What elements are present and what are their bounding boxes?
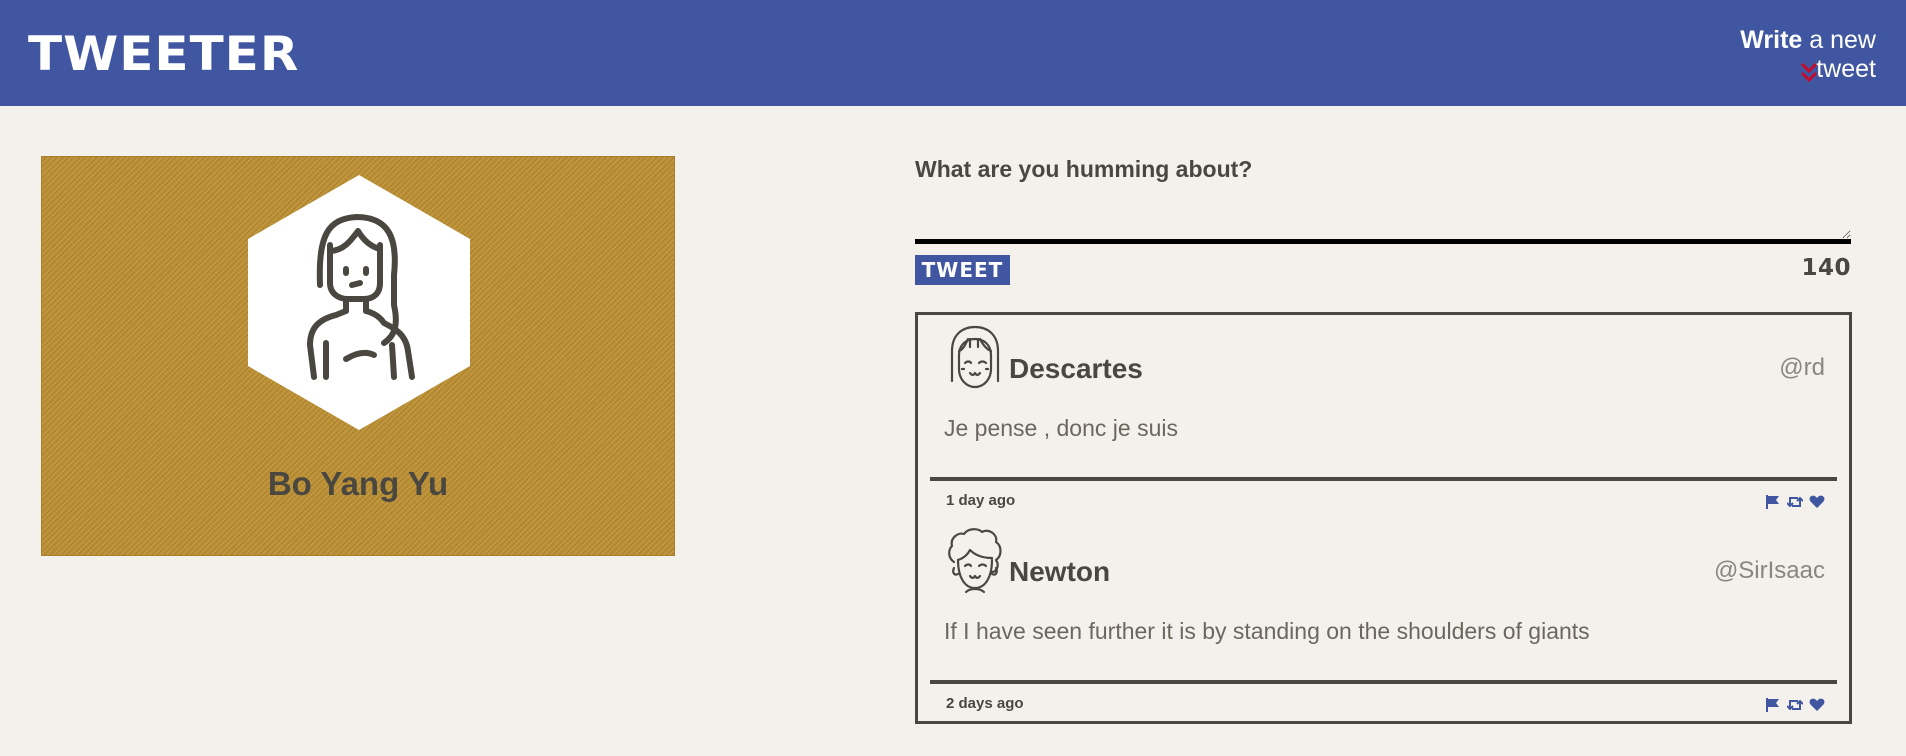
compose-section: What are you humming about? TWEET 140 — [915, 150, 1851, 285]
retweet-icon[interactable] — [1787, 494, 1803, 510]
tweet-actions — [1765, 493, 1825, 511]
heart-icon[interactable] — [1809, 697, 1825, 713]
tweet-content: Je pense , donc je suis — [944, 415, 1178, 441]
tweet-timestamp: 2 days ago — [946, 695, 1024, 712]
double-chevron-down-icon[interactable] — [1799, 61, 1819, 85]
tweet-button[interactable]: TWEET — [915, 255, 1010, 285]
heart-icon[interactable] — [1809, 494, 1825, 510]
tweet-card: Descartes @rd Je pense , donc je suis 1 … — [918, 315, 1849, 518]
compose-toggle-strong: Write — [1740, 26, 1803, 54]
profile-name: Bo Yang Yu — [267, 465, 449, 502]
avatar-icon — [946, 325, 1004, 391]
profile-card: Bo Yang Yu — [41, 156, 675, 556]
tweet-card: Newton @SirIsaac If I have seen further … — [918, 518, 1849, 721]
tweet-timestamp: 1 day ago — [946, 492, 1016, 509]
compose-label: What are you humming about? — [915, 156, 1253, 182]
tweet-input[interactable] — [915, 190, 1851, 244]
tweet-content: If I have seen further it is by standing… — [944, 618, 1590, 644]
retweet-icon[interactable] — [1787, 697, 1803, 713]
divider — [930, 477, 1837, 481]
tweet-author: Descartes — [1009, 353, 1143, 384]
character-counter: 140 — [1801, 255, 1851, 281]
avatar — [248, 175, 470, 430]
tweets-feed: Descartes @rd Je pense , donc je suis 1 … — [915, 312, 1852, 724]
compose-toggle-button[interactable]: Write a new tweet — [1676, 26, 1876, 84]
tweet-author: Newton — [1009, 556, 1111, 587]
tweet-handle: @SirIsaac — [1713, 557, 1825, 584]
logo[interactable]: TWEETER — [28, 27, 299, 80]
divider — [930, 680, 1837, 684]
avatar-icon — [946, 528, 1004, 594]
navbar: TWEETER Write a new tweet — [0, 0, 1906, 106]
tweet-actions — [1765, 696, 1825, 714]
flag-icon[interactable] — [1765, 697, 1781, 713]
flag-icon[interactable] — [1765, 494, 1781, 510]
tweet-handle: @rd — [1779, 354, 1825, 381]
